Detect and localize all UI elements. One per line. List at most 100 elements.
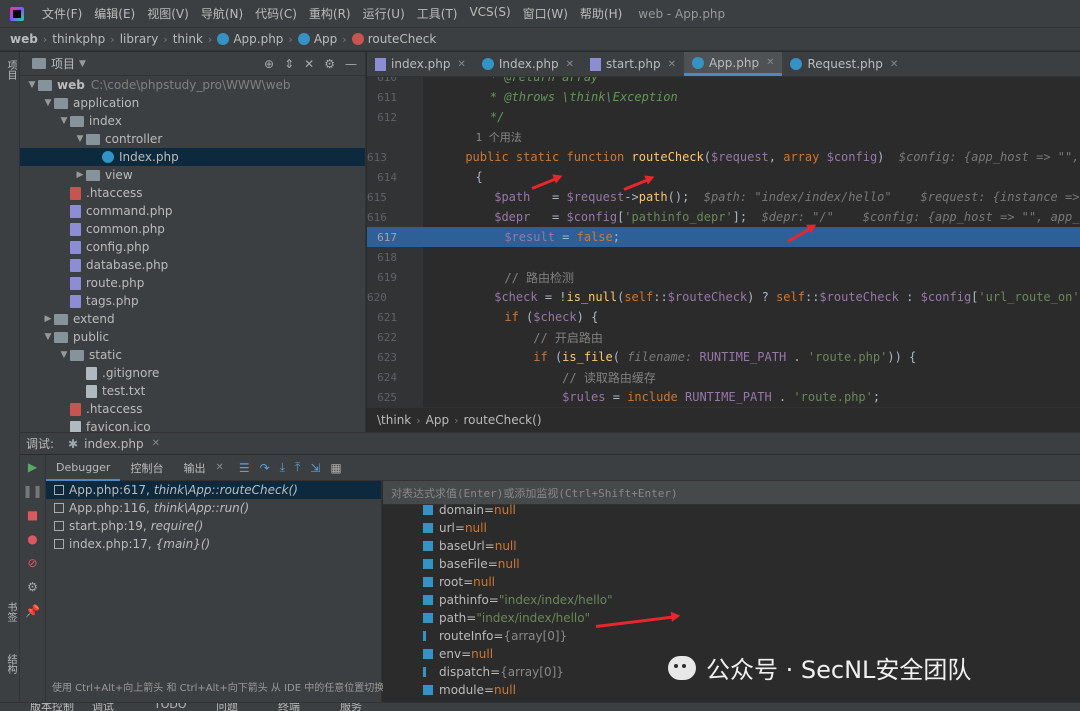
- structure-tool-button[interactable]: 结构: [3, 654, 18, 674]
- variable-row[interactable]: pathinfo = "index/index/hello": [423, 591, 613, 609]
- status-bar-item[interactable]: 调试: [92, 703, 114, 711]
- variable-row[interactable]: url = null: [423, 519, 487, 537]
- table-icon[interactable]: ▦: [330, 461, 341, 475]
- breadcrumb-item[interactable]: think: [173, 32, 203, 46]
- step-into-icon[interactable]: ⤓: [280, 460, 285, 475]
- breadcrumb-item[interactable]: thinkphp: [52, 32, 105, 46]
- breadcrumb-item[interactable]: library: [120, 32, 159, 46]
- editor-breadcrumb-item[interactable]: App: [426, 413, 449, 427]
- tree-item[interactable]: tags.php: [20, 292, 365, 310]
- pin-icon[interactable]: 📌: [20, 599, 45, 623]
- menu-item[interactable]: 重构(R): [303, 5, 357, 22]
- editor-breadcrumb-item[interactable]: \think: [377, 413, 411, 427]
- tree-item[interactable]: route.php: [20, 274, 365, 292]
- chevron-down-icon[interactable]: ▼: [58, 350, 70, 360]
- chevron-down-icon[interactable]: ▼: [42, 98, 54, 108]
- stack-frame[interactable]: App.php:116, think\App::run(): [46, 499, 381, 517]
- breadcrumb-item[interactable]: web: [10, 32, 38, 46]
- minimize-icon[interactable]: —: [345, 57, 357, 71]
- run-to-cursor-icon[interactable]: ⇲: [310, 461, 320, 475]
- code-line[interactable]: 618: [367, 247, 1080, 267]
- code-line[interactable]: 610 * @return array: [367, 77, 1080, 87]
- code-line[interactable]: 625 $rules = include RUNTIME_PATH . 'rou…: [367, 387, 1080, 407]
- bookmarks-tool-button[interactable]: 书签: [3, 602, 18, 622]
- code-editor[interactable]: 610 * @return array 611 * @throws \think\…: [367, 77, 1080, 407]
- view-breakpoints-icon[interactable]: ●: [20, 527, 45, 551]
- editor-tab[interactable]: start.php ✕: [582, 52, 684, 76]
- code-line[interactable]: 613 public static function routeCheck($r…: [367, 147, 1080, 167]
- code-line[interactable]: 623 if (is_file( filename: RUNTIME_PATH …: [367, 347, 1080, 367]
- status-bar-item[interactable]: TODO: [154, 703, 187, 711]
- close-icon[interactable]: ✕: [215, 462, 223, 473]
- variable-row[interactable]: baseUrl = null: [423, 537, 517, 555]
- debug-tab[interactable]: 输出: [173, 460, 215, 476]
- menu-item[interactable]: 视图(V): [141, 5, 195, 22]
- gear-icon[interactable]: ⚙: [324, 57, 335, 71]
- code-line[interactable]: 616 $depr = $config['pathinfo_depr']; $d…: [367, 207, 1080, 227]
- status-bar-item[interactable]: 终端: [278, 703, 300, 711]
- tree-item[interactable]: test.txt: [20, 382, 365, 400]
- tree-item[interactable]: Index.php: [20, 148, 365, 166]
- menu-item[interactable]: 文件(F): [36, 5, 88, 22]
- code-line[interactable]: 619 // 路由检测: [367, 267, 1080, 287]
- tree-item[interactable]: ▼ web C:\code\phpstudy_pro\WWW\web: [20, 76, 365, 94]
- variable-row[interactable]: root = null: [423, 573, 495, 591]
- tree-item[interactable]: ▼ index: [20, 112, 365, 130]
- resume-icon[interactable]: ▶: [20, 455, 45, 479]
- stack-frame[interactable]: App.php:617, think\App::routeCheck(): [46, 481, 381, 499]
- menu-item[interactable]: 导航(N): [195, 5, 249, 22]
- breadcrumb-item[interactable]: App.php: [217, 32, 283, 46]
- variable-row[interactable]: routeInfo = {array[0]}: [423, 627, 567, 645]
- debug-tab[interactable]: 控制台: [120, 460, 173, 476]
- code-line[interactable]: 624 // 读取路由缓存: [367, 367, 1080, 387]
- breadcrumb-item[interactable]: routeCheck: [351, 32, 436, 46]
- chevron-down-icon[interactable]: ▼: [74, 134, 86, 144]
- chevron-down-icon[interactable]: ▼: [42, 332, 54, 342]
- tree-item[interactable]: ▼ application: [20, 94, 365, 112]
- pause-icon[interactable]: ❚❚: [20, 479, 45, 503]
- editor-breadcrumb-item[interactable]: routeCheck(): [464, 413, 542, 427]
- tree-item[interactable]: config.php: [20, 238, 365, 256]
- tree-item[interactable]: ▼ static: [20, 346, 365, 364]
- variable-row[interactable]: env = null: [423, 645, 493, 663]
- tree-item[interactable]: database.php: [20, 256, 365, 274]
- project-panel-title[interactable]: 项目: [51, 55, 75, 72]
- chevron-right-icon[interactable]: ▶: [42, 314, 54, 324]
- tree-item[interactable]: .htaccess: [20, 400, 365, 418]
- code-line[interactable]: 615 $path = $request->path(); $path: "in…: [367, 187, 1080, 207]
- settings-icon[interactable]: ⚙: [20, 575, 45, 599]
- code-line[interactable]: 617 $result = false;: [367, 227, 1080, 247]
- code-line[interactable]: 612 */: [367, 107, 1080, 127]
- stop-icon[interactable]: ■: [20, 503, 45, 527]
- menu-item[interactable]: 代码(C): [249, 5, 303, 22]
- status-bar-item[interactable]: 版本控制: [30, 703, 74, 711]
- tree-item[interactable]: command.php: [20, 202, 365, 220]
- chevron-down-icon[interactable]: ▼: [79, 59, 86, 69]
- debug-session-tab[interactable]: index.php: [84, 437, 143, 451]
- variable-row[interactable]: module = null: [423, 681, 516, 699]
- menu-item[interactable]: VCS(S): [463, 5, 516, 22]
- step-over-icon[interactable]: ↷: [260, 461, 270, 475]
- chevron-down-icon[interactable]: ▼: [26, 80, 38, 90]
- status-bar-item[interactable]: 服务: [340, 703, 362, 711]
- close-icon[interactable]: ✕: [304, 57, 314, 71]
- code-line[interactable]: 622 // 开启路由: [367, 327, 1080, 347]
- close-icon[interactable]: ✕: [668, 59, 676, 70]
- locate-icon[interactable]: ⊕: [264, 57, 274, 71]
- tree-item[interactable]: .gitignore: [20, 364, 365, 382]
- menu-item[interactable]: 窗口(W): [517, 5, 574, 22]
- tree-item[interactable]: favicon.ico: [20, 418, 365, 432]
- variable-row[interactable]: dispatch = {array[0]}: [423, 663, 564, 681]
- close-icon[interactable]: ✕: [890, 59, 898, 70]
- breadcrumb-item[interactable]: App: [297, 32, 337, 46]
- project-tool-button[interactable]: 项目: [3, 60, 18, 80]
- tree-item[interactable]: ▼ controller: [20, 130, 365, 148]
- code-line[interactable]: 621 if ($check) {: [367, 307, 1080, 327]
- collapse-all-icon[interactable]: ⇕: [284, 57, 294, 71]
- stack-frame[interactable]: index.php:17, {main}(): [46, 535, 381, 553]
- chevron-down-icon[interactable]: ▼: [58, 116, 70, 126]
- menu-item[interactable]: 工具(T): [411, 5, 464, 22]
- editor-tab[interactable]: App.php ✕: [683, 52, 783, 76]
- code-line[interactable]: 620 $check = !is_null(self::$routeCheck)…: [367, 287, 1080, 307]
- code-line[interactable]: 614 {: [367, 167, 1080, 187]
